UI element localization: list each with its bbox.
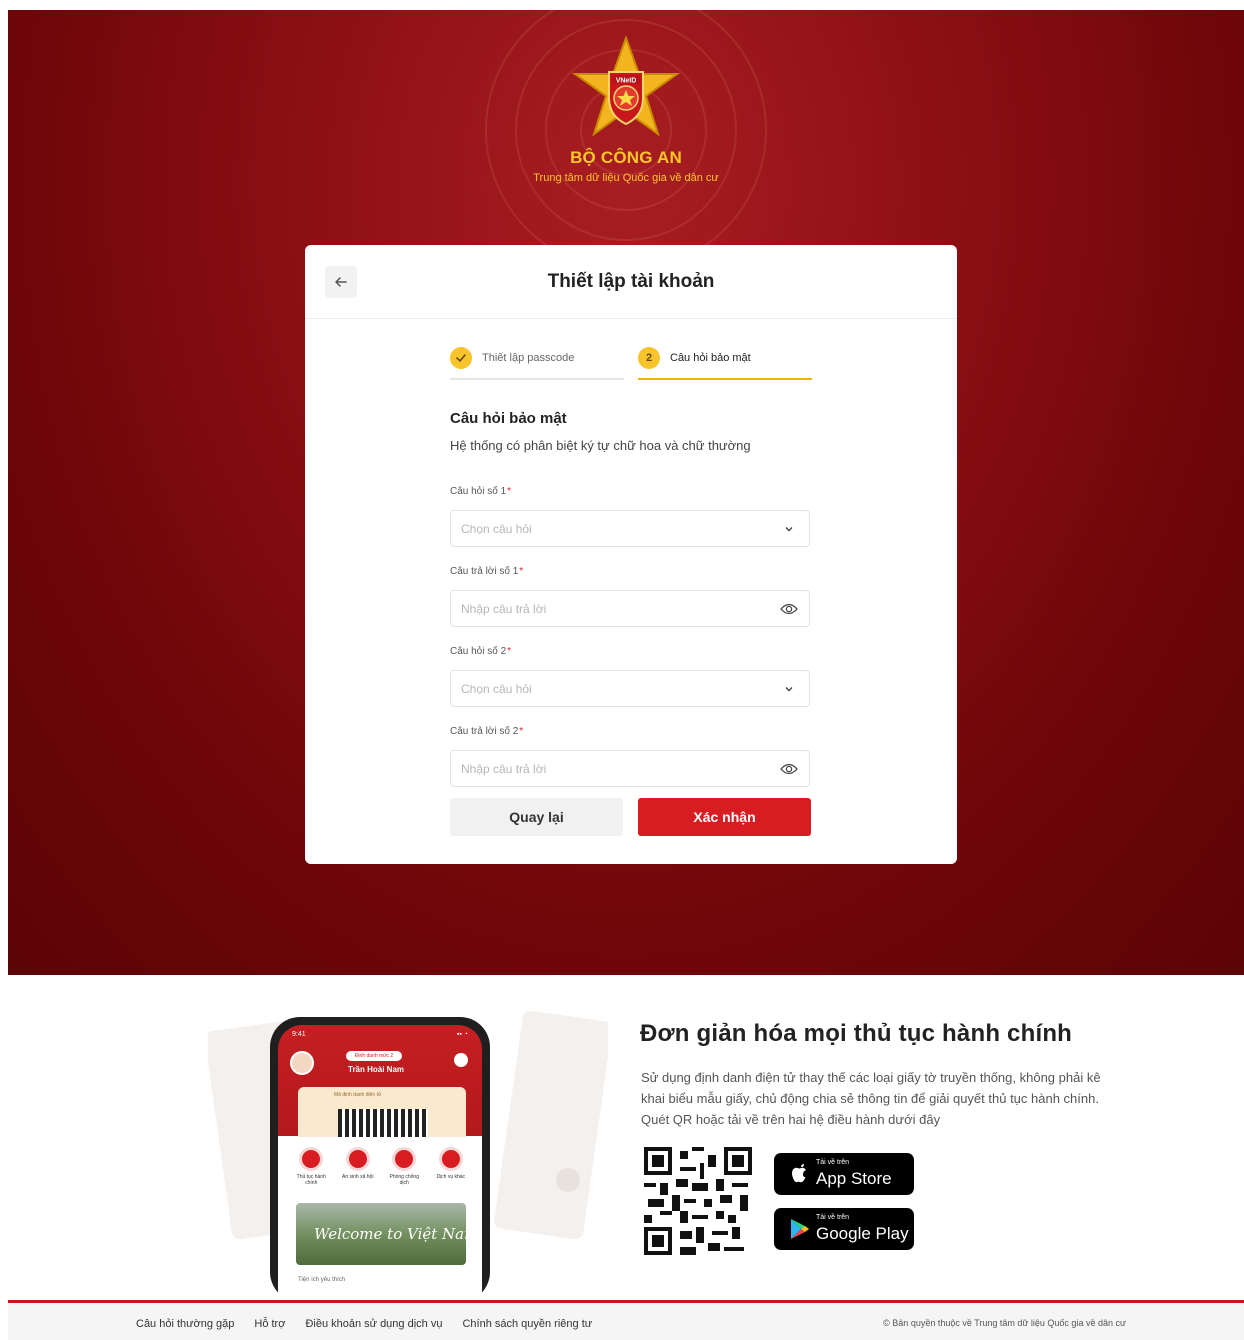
service-item: Dịch vụ khác bbox=[434, 1147, 468, 1186]
level-badge: Định danh mức 2 bbox=[346, 1051, 402, 1061]
question-2-select[interactable]: Chọn câu hỏi bbox=[450, 670, 810, 707]
copyright-text: © Bản quyền thuộc về Trung tâm dữ liệu Q… bbox=[883, 1318, 1126, 1328]
org-name: BỘ CÔNG AN bbox=[570, 148, 682, 167]
answer-1-input[interactable]: Nhập câu trả lời bbox=[450, 590, 810, 627]
confirm-button[interactable]: Xác nhận bbox=[638, 798, 811, 836]
welcome-photo: Welcome to Việt Nam bbox=[296, 1203, 466, 1265]
footer-link-support[interactable]: Hỗ trợ bbox=[254, 1318, 285, 1330]
google-play-label: Google Play bbox=[816, 1224, 909, 1243]
question-2-label: Câu hỏi số 2* bbox=[450, 646, 512, 657]
search-icon bbox=[454, 1053, 468, 1067]
org-subtitle: Trung tâm dữ liệu Quốc gia về dân cư bbox=[533, 172, 719, 184]
phone-screen: 9:41 ▪▪ ◔ Định danh mức 2 Trần Hoài Nam M… bbox=[278, 1025, 482, 1300]
footer-link-privacy[interactable]: Chính sách quyền riêng tư bbox=[462, 1318, 592, 1330]
step-label: Câu hỏi bảo mật bbox=[670, 352, 751, 364]
step-label: Thiết lập passcode bbox=[482, 352, 575, 364]
app-promo-section: 9:41 ▪▪ ◔ Định danh mức 2 Trần Hoài Nam M… bbox=[8, 975, 1244, 1300]
form-description: Hệ thống có phân biệt ký tự chữ hoa và c… bbox=[450, 438, 751, 453]
favorites-label: Tiện ích yêu thích bbox=[298, 1277, 346, 1283]
promo-description: Sử dụng định danh điện tử thay thế các l… bbox=[641, 1070, 1101, 1127]
google-play-icon bbox=[791, 1219, 809, 1239]
footer-link-faq[interactable]: Câu hỏi thường gặp bbox=[136, 1318, 234, 1330]
question-1-select[interactable]: Chọn câu hỏi bbox=[450, 510, 810, 547]
check-icon bbox=[450, 347, 472, 369]
google-play-small-label: Tải về trên bbox=[816, 1214, 850, 1221]
id-card-label: Mã định danh điện tử bbox=[334, 1092, 382, 1098]
answer-2-placeholder: Nhập câu trả lời bbox=[461, 761, 547, 776]
step-passcode[interactable]: Thiết lập passcode bbox=[450, 345, 624, 380]
footer-links: Câu hỏi thường gặp Hỗ trợ Điều khoản sử … bbox=[136, 1318, 592, 1330]
apple-icon bbox=[792, 1164, 806, 1183]
app-store-label: App Store bbox=[816, 1169, 892, 1188]
chevron-down-icon bbox=[779, 679, 799, 699]
footer-link-terms[interactable]: Điều khoản sử dụng dịch vụ bbox=[305, 1318, 442, 1330]
app-store-small-label: Tải về trên bbox=[816, 1159, 850, 1166]
account-setup-card: Thiết lập tài khoản Thiết lập passcode 2… bbox=[305, 245, 957, 864]
question-1-label: Câu hỏi số 1* bbox=[450, 486, 512, 497]
download-qr-code bbox=[644, 1147, 752, 1255]
service-item: An sinh xã hội bbox=[341, 1147, 375, 1186]
step-number: 2 bbox=[638, 347, 660, 369]
form-title: Câu hỏi bảo mật bbox=[450, 410, 567, 427]
answer-2-label: Câu trả lời số 2* bbox=[450, 726, 524, 737]
chevron-down-icon bbox=[779, 519, 799, 539]
answer-2-input[interactable]: Nhập câu trả lời bbox=[450, 750, 810, 787]
avatar bbox=[290, 1051, 314, 1075]
card-header: Thiết lập tài khoản bbox=[305, 245, 957, 319]
question-1-placeholder: Chọn câu hỏi bbox=[461, 521, 532, 536]
phone-mockup: 9:41 ▪▪ ◔ Định danh mức 2 Trần Hoài Nam M… bbox=[270, 1017, 490, 1300]
stepper: Thiết lập passcode 2 Câu hỏi bảo mật bbox=[450, 345, 812, 381]
card-title: Thiết lập tài khoản bbox=[547, 271, 715, 292]
hero-banner: VNeID BỘ CÔNG AN Trung tâm dữ liệu Quốc … bbox=[8, 10, 1244, 975]
promo-title: Đơn giản hóa mọi thủ tục hành chính bbox=[640, 1020, 1073, 1047]
go-back-button[interactable]: Quay lại bbox=[450, 798, 623, 836]
google-play-button[interactable]: Tải về trên Google Play bbox=[774, 1208, 914, 1250]
question-2-placeholder: Chọn câu hỏi bbox=[461, 681, 532, 696]
answer-1-placeholder: Nhập câu trả lời bbox=[461, 601, 547, 616]
svg-text:VNeID: VNeID bbox=[616, 78, 637, 85]
step-security-question[interactable]: 2 Câu hỏi bảo mật bbox=[638, 345, 812, 380]
eye-icon[interactable] bbox=[779, 759, 799, 779]
service-item: Phòng chống dịch bbox=[387, 1147, 421, 1186]
eye-icon[interactable] bbox=[779, 599, 799, 619]
user-name: Trần Hoài Nam bbox=[348, 1065, 405, 1074]
app-store-button[interactable]: Tải về trên App Store bbox=[774, 1153, 914, 1195]
services-panel: Thủ tục hành chính An sinh xã hội Phòng … bbox=[288, 1137, 474, 1300]
answer-1-label: Câu trả lời số 1* bbox=[450, 566, 524, 577]
security-question-form: Câu hỏi bảo mật Hệ thống có phân biệt ký… bbox=[450, 410, 812, 787]
phone-status-bar: 9:41 ▪▪ ◔ bbox=[292, 1031, 468, 1038]
service-item: Thủ tục hành chính bbox=[294, 1147, 328, 1186]
logo-block: VNeID BỘ CÔNG AN Trung tâm dữ liệu Quốc … bbox=[8, 36, 1244, 184]
footer: Câu hỏi thường gặp Hỗ trợ Điều khoản sử … bbox=[8, 1300, 1244, 1340]
police-emblem-logo: VNeID bbox=[571, 36, 681, 137]
